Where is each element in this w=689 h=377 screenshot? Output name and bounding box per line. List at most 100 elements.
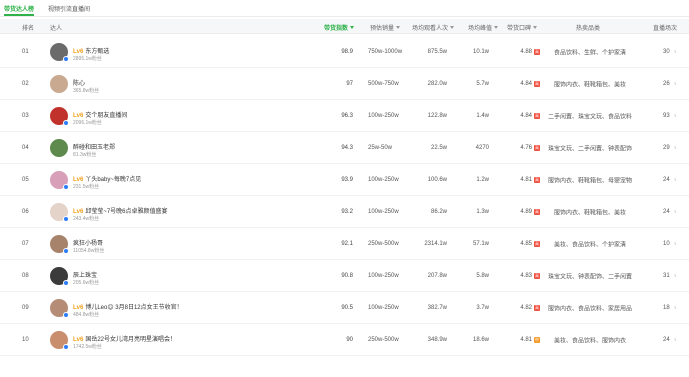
table-row[interactable]: 03 Lv6 交个朋友直播间 2096.1w粉丝 96.3 100w-250w 122.8w… [0, 100, 689, 132]
reputation-badge: 高 [534, 240, 540, 247]
chevron-right-icon[interactable]: › [674, 80, 676, 87]
hot-categories: 美妆、食品饮料、服饰内衣 [553, 338, 627, 344]
verified-icon [63, 312, 69, 318]
hot-categories: 服饰内衣、食品饮料、家居用品 [547, 306, 633, 312]
chevron-right-icon[interactable]: › [674, 48, 676, 55]
chevron-right-icon[interactable]: › [674, 144, 676, 151]
streamer-name-line[interactable]: Lv6 博儿Leo😊 3月8日12点女王节收官！ [73, 302, 183, 311]
reputation-badge: 高 [534, 48, 540, 55]
sales-range: 100w-250w [368, 272, 399, 279]
viewers-value: 100.6w [427, 176, 447, 183]
header-reputation-sortable[interactable]: 带货口碑 [507, 23, 538, 32]
streamer-name-line[interactable]: Lv6 国岳22号女儿湾月亮明星演唱会！ [73, 334, 176, 343]
rank-number: 02 [22, 80, 29, 87]
viewers-value: 122.8w [427, 112, 447, 119]
peak-value: 1.2w [476, 176, 489, 183]
sort-desc-icon [350, 26, 355, 29]
live-count: 24 [663, 336, 670, 343]
chevron-right-icon[interactable]: › [674, 304, 676, 311]
header-lives: 直播场次 [653, 26, 678, 32]
chevron-right-icon[interactable]: › [674, 112, 676, 119]
sales-range: 100w-250w [368, 176, 399, 183]
sales-range: 100w-250w [368, 304, 399, 311]
streamer-name: 博儿Leo😊 3月8日12点女王节收官！ [85, 305, 183, 311]
hot-categories: 服饰内衣、鞋靴箱包、美妆 [553, 210, 627, 216]
table-row[interactable]: 02 陈心 365.8w粉丝 97 500w-750w 282.0w 5.7w 4.84 高 服饰… [0, 68, 689, 100]
tab-video-traffic-live-room[interactable]: 视频引流直播间 [48, 4, 90, 13]
table-row[interactable]: 08 辰上珠宝 205.6w粉丝 90.8 100w-250w 207.8w 5.8w 4.8… [0, 260, 689, 292]
reputation-score: 4.84 [520, 80, 532, 87]
reputation-badge: 高 [534, 80, 540, 87]
sales-range: 750w-1000w [368, 48, 403, 55]
table-row[interactable]: 10 Lv6 国岳22号女儿湾月亮明星演唱会！ 1742.5w粉丝 90 250w-500… [0, 324, 689, 356]
header-rank: 排名 [22, 26, 35, 32]
sales-range: 250w-500w [368, 336, 399, 343]
verified-icon [63, 120, 69, 126]
streamer-name-line[interactable]: 陈心 [73, 78, 85, 87]
tab-sales-streamer-ranking[interactable]: 带货达人榜 [4, 4, 34, 13]
viewers-value: 282.0w [427, 80, 447, 87]
fans-count: 81.3w粉丝 [73, 152, 97, 158]
header-reputation-label: 带货口碑 [507, 26, 532, 32]
reputation-score: 4.89 [520, 208, 532, 215]
reputation-score: 4.83 [520, 272, 532, 279]
avatar[interactable] [50, 74, 68, 93]
table-row[interactable]: 06 Lv6 邱莹莹~7号晚6点卓雅颜值盛宴 243.4w粉丝 93.2 100w-250… [0, 196, 689, 228]
streamer-name-line[interactable]: 辰上珠宝 [73, 270, 97, 279]
chevron-right-icon[interactable]: › [674, 272, 676, 279]
header-peak-sortable[interactable]: 场均峰值 [468, 23, 499, 32]
chevron-right-icon[interactable]: › [674, 240, 676, 247]
reputation-badge: 高 [534, 176, 540, 183]
verified-icon [63, 184, 69, 190]
live-count: 31 [663, 272, 670, 279]
score-value: 92.1 [341, 240, 353, 247]
header-score-sortable[interactable]: 带货指数 [324, 23, 355, 32]
peak-value: 5.7w [476, 80, 489, 87]
chevron-right-icon[interactable]: › [674, 336, 676, 343]
live-count: 24 [663, 176, 670, 183]
score-value: 90.8 [341, 272, 353, 279]
score-value: 93.9 [341, 176, 353, 183]
peak-value: 18.6w [472, 336, 489, 343]
verified-icon [63, 248, 69, 254]
table-row[interactable]: 04 醉碰和田玉老郑 81.3w粉丝 94.3 25w-50w 22.5w 4270 4.76… [0, 132, 689, 164]
hot-categories: 服饰内衣、鞋靴箱包、美妆 [553, 82, 627, 88]
streamer-name-line[interactable]: 疯狂小杨哥 [73, 238, 103, 247]
chevron-right-icon[interactable]: › [674, 176, 676, 183]
peak-value: 3.7w [476, 304, 489, 311]
header-sales-sortable[interactable]: 预估销量 [370, 23, 401, 32]
reputation-badge: 高 [534, 144, 540, 151]
fans-count: 205.6w粉丝 [73, 280, 100, 286]
score-value: 98.9 [341, 48, 353, 55]
viewers-value: 86.2w [430, 208, 447, 215]
streamer-name-line[interactable]: Lv6 丫头baby~每晚7点见 [73, 174, 141, 183]
reputation-badge: 高 [534, 304, 540, 311]
streamer-name-line[interactable]: Lv6 交个朋友直播间 [73, 110, 127, 119]
live-count: 93 [663, 112, 670, 119]
table-row[interactable]: 09 Lv6 博儿Leo😊 3月8日12点女王节收官！ 484.8w粉丝 90.5 100… [0, 292, 689, 324]
streamer-name-line[interactable]: Lv6 邱莹莹~7号晚6点卓雅颜值盛宴 [73, 206, 168, 215]
verified-icon [63, 56, 69, 62]
peak-value: 4270 [475, 144, 489, 151]
header-viewers-sortable[interactable]: 场均观看人次 [412, 23, 455, 32]
sort-icon [450, 26, 455, 29]
rank-number: 01 [22, 48, 29, 55]
rank-number: 08 [22, 272, 29, 279]
streamer-name-line[interactable]: 醉碰和田玉老郑 [73, 142, 115, 151]
live-count: 29 [663, 144, 670, 151]
table-row[interactable]: 05 Lv6 丫头baby~每晚7点见 231.5w粉丝 93.9 100w-250w 10… [0, 164, 689, 196]
sort-icon [533, 26, 538, 29]
sales-range: 250w-500w [368, 240, 399, 247]
rank-number: 04 [22, 144, 29, 151]
table-row[interactable]: 07 疯狂小杨哥 11054.8w粉丝 92.1 250w-500w 2314.1w 57.… [0, 228, 689, 260]
reputation-badge: 高 [534, 208, 540, 215]
hot-categories: 美妆、食品饮料、个护家清 [553, 242, 627, 248]
verified-icon [63, 344, 69, 350]
score-value: 90.5 [341, 304, 353, 311]
streamer-name-line[interactable]: Lv6 东方甄选 [73, 46, 109, 55]
rank-number: 03 [22, 112, 29, 119]
chevron-right-icon[interactable]: › [674, 208, 676, 215]
header-streamer: 达人 [50, 26, 63, 32]
table-row[interactable]: 01 Lv6 东方甄选 2895.1w粉丝 98.9 750w-1000w 875.5w 10… [0, 36, 689, 68]
avatar[interactable] [50, 138, 68, 157]
